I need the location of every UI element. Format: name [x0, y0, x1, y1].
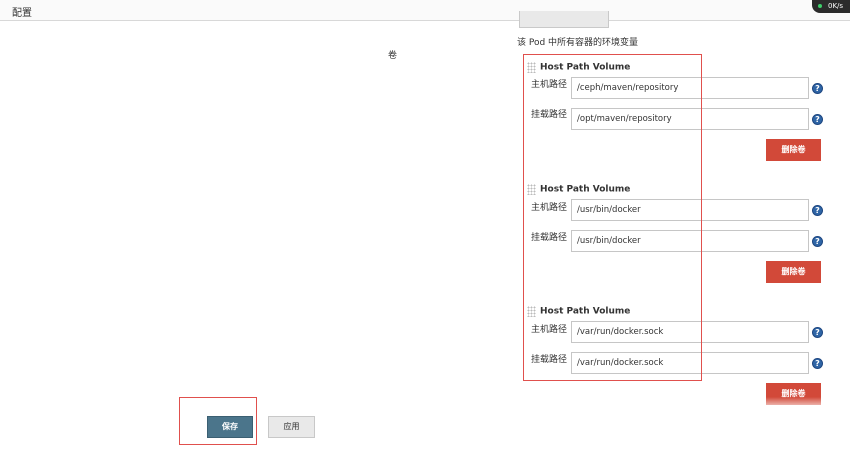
fade-overlay [760, 397, 830, 411]
help-icon[interactable]: ? [812, 205, 823, 216]
help-icon[interactable]: ? [812, 327, 823, 338]
network-speed-widget: 0K/s [812, 0, 850, 13]
help-icon[interactable]: ? [812, 236, 823, 247]
save-button[interactable]: 保存 [207, 416, 253, 438]
apply-button[interactable]: 应用 [268, 416, 315, 438]
delete-volume-button[interactable]: 删除卷 [766, 261, 821, 283]
status-dot-icon [818, 4, 822, 8]
help-icon[interactable]: ? [812, 358, 823, 369]
network-speed-text: 0K/s [828, 2, 844, 10]
delete-volume-button[interactable]: 删除卷 [766, 139, 821, 161]
add-env-button[interactable] [519, 11, 609, 28]
help-icon[interactable]: ? [812, 114, 823, 125]
top-bar: 配置 [0, 0, 850, 21]
env-description: 该 Pod 中所有容器的环境变量 [517, 38, 639, 48]
volumes-label: 卷 [388, 51, 398, 61]
breadcrumb-config[interactable]: 配置 [12, 4, 32, 19]
volumes-highlight-box [523, 54, 702, 381]
help-icon[interactable]: ? [812, 83, 823, 94]
